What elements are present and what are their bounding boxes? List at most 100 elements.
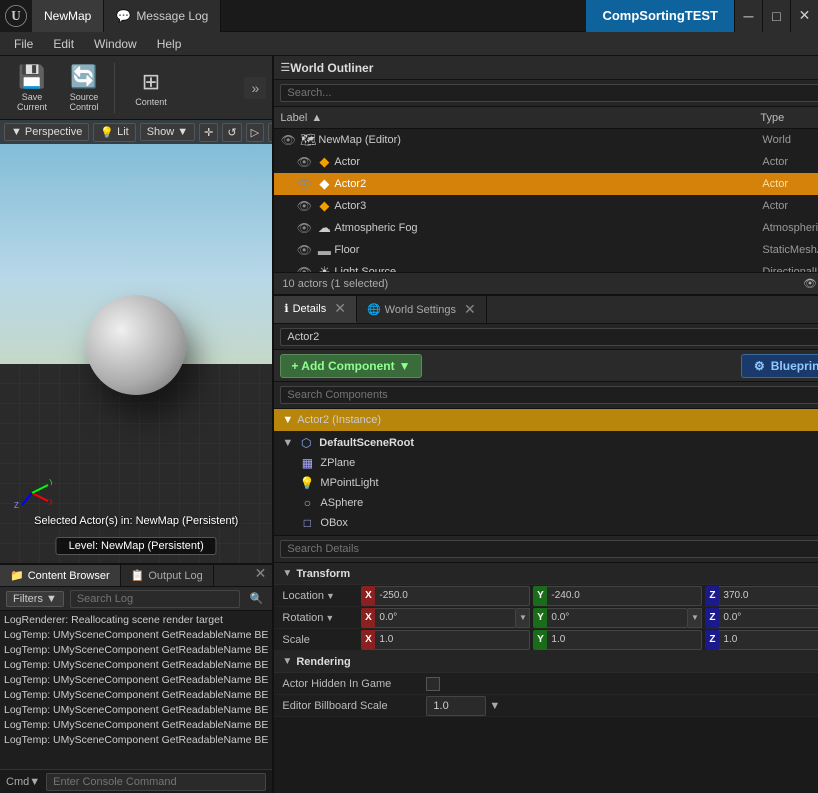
source-control-button[interactable]: 🔄 Source Control (58, 60, 110, 116)
details-tab[interactable]: ℹ Details ✕ (274, 296, 357, 323)
title-bar: U NewMap 💬 Message Log CompSortingTEST ─… (0, 0, 818, 32)
log-search-button[interactable]: 🔍 (246, 589, 266, 609)
row-type-floor: StaticMeshActor (762, 244, 818, 256)
row-vis-fog[interactable]: 👁 (294, 221, 314, 235)
comp-icon-obox: □ (298, 516, 316, 530)
comp-name-mpointlight: MPointLight (320, 477, 378, 489)
scale-x-label: X (361, 630, 375, 650)
menu-help[interactable]: Help (147, 35, 192, 53)
comp-icon-asphere: ○ (298, 496, 316, 510)
billboard-scale-value: ▼ (426, 696, 818, 716)
console-input[interactable] (46, 773, 266, 791)
menu-window[interactable]: Window (84, 35, 147, 53)
comp-row-obox[interactable]: □ OBox (274, 513, 818, 533)
add-component-button[interactable]: + Add Component ▼ (280, 354, 421, 378)
outliner-row-light[interactable]: 👁 ☀ Light Source DirectionalLight (274, 261, 818, 272)
rotation-x-input[interactable] (375, 608, 516, 628)
filters-button[interactable]: Filters ▼ (6, 591, 64, 607)
viewport[interactable]: ▼ Perspective 💡 Lit Show ▼ ✛ ↺ ▷ 📷 Selec… (0, 120, 272, 563)
outliner-search-input[interactable] (280, 84, 818, 102)
rotation-y-arrow[interactable]: ▼ (688, 608, 702, 628)
rotation-z-input[interactable] (719, 608, 818, 628)
camera-button[interactable]: 📷 (268, 123, 272, 142)
content-browser-tab[interactable]: 📁 Content Browser (0, 565, 121, 586)
show-button[interactable]: Show ▼ (140, 123, 195, 141)
billboard-arrow-icon[interactable]: ▼ (489, 700, 500, 712)
tab-newmap[interactable]: NewMap (32, 0, 104, 32)
content-button[interactable]: ⊞ Content (119, 60, 183, 116)
search-details-input[interactable] (280, 540, 818, 558)
rotation-y-input[interactable] (547, 608, 688, 628)
save-current-button[interactable]: 💾 Save Current (6, 60, 58, 116)
component-search-input[interactable] (280, 386, 818, 404)
row-vis-actor2[interactable]: 👁 (294, 177, 314, 191)
maximize-button[interactable]: □ (762, 0, 790, 32)
rendering-expand-icon[interactable]: ▼ (282, 656, 292, 667)
row-vis-actor3[interactable]: 👁 (294, 199, 314, 213)
save-label: Save Current (6, 92, 58, 112)
perspective-button[interactable]: ▼ Perspective (4, 123, 89, 141)
rotation-x-arrow[interactable]: ▼ (516, 608, 530, 628)
minimize-button[interactable]: ─ (734, 0, 762, 32)
realtime-button[interactable]: ▷ (246, 123, 264, 142)
outliner-row-actor[interactable]: 👁 ◆ Actor Actor (274, 151, 818, 173)
world-settings-tab[interactable]: 🌐 World Settings ✕ (357, 296, 487, 323)
outliner-count: 10 actors (1 selected) (282, 278, 803, 290)
cmd-label[interactable]: Cmd▼ (6, 776, 40, 788)
transform-expand-icon[interactable]: ▼ (282, 568, 292, 579)
hidden-in-game-checkbox[interactable] (426, 677, 440, 691)
row-vis-light[interactable]: 👁 (294, 265, 314, 272)
scale-x-input[interactable] (375, 630, 530, 650)
rotate-button[interactable]: ↺ (222, 123, 241, 142)
main-toolbar: 💾 Save Current 🔄 Source Control ⊞ Conten… (0, 56, 272, 120)
comp-expand-icon: ▼ (282, 437, 293, 449)
log-line-6: LogTemp: UMySceneComponent GetReadableNa… (4, 703, 268, 718)
scale-z-input[interactable] (719, 630, 818, 650)
bottom-content: Filters ▼ 🔍 LogRenderer: Reallocating sc… (0, 587, 272, 769)
location-y-input[interactable] (547, 586, 702, 606)
outliner-list: 👁 🗺 NewMap (Editor) World 👁 ◆ Actor Acto… (274, 129, 818, 272)
scale-y-input[interactable] (547, 630, 702, 650)
comp-row-mpointlight[interactable]: 💡 MPointLight (274, 473, 818, 493)
source-control-label: Source Control (58, 92, 110, 112)
bottom-panel-close[interactable]: ✕ (255, 565, 267, 586)
billboard-scale-input[interactable] (426, 696, 486, 716)
outliner-footer: 10 actors (1 selected) 👁 View Options ▼ (274, 272, 818, 294)
billboard-scale-label: Editor Billboard Scale (282, 700, 422, 712)
comp-row-asphere[interactable]: ○ ASphere (274, 493, 818, 513)
view-options-button[interactable]: 👁 View Options ▼ (803, 277, 818, 290)
translate-button[interactable]: ✛ (199, 123, 218, 142)
bottom-tab-bar: 📁 Content Browser 📋 Output Log ✕ (0, 565, 272, 587)
row-vis-newmap[interactable]: 👁 (278, 133, 298, 147)
world-settings-tab-close[interactable]: ✕ (464, 301, 476, 318)
location-x-field: X (361, 586, 530, 606)
log-line-4: LogTemp: UMySceneComponent GetReadableNa… (4, 673, 268, 688)
tab-messagelog[interactable]: 💬 Message Log (104, 0, 221, 32)
details-tab-close[interactable]: ✕ (334, 300, 346, 317)
comp-row-zplane[interactable]: ▦ ZPlane (274, 453, 818, 473)
outliner-row-fog[interactable]: 👁 ☁ Atmospheric Fog AtmosphericFog (274, 217, 818, 239)
menu-file[interactable]: File (4, 35, 43, 53)
outliner-row-floor[interactable]: 👁 ▬ Floor StaticMeshActor (274, 239, 818, 261)
outliner-row-newmap[interactable]: 👁 🗺 NewMap (Editor) World (274, 129, 818, 151)
add-component-arrow-icon: ▼ (399, 359, 411, 373)
location-x-input[interactable] (375, 586, 530, 606)
outliner-row-actor3[interactable]: 👁 ◆ Actor3 Actor (274, 195, 818, 217)
actor-name-input[interactable] (280, 328, 818, 346)
tab-newmap-label: NewMap (44, 9, 91, 23)
toolbar-expand-button[interactable]: » (244, 77, 266, 99)
log-search-input[interactable] (70, 590, 241, 608)
lit-button[interactable]: 💡 Lit (93, 123, 135, 142)
close-button[interactable]: ✕ (790, 0, 818, 32)
row-vis-floor[interactable]: 👁 (294, 243, 314, 257)
comp-row-defaultsceneroot[interactable]: ▼ ⬡ DefaultSceneRoot (274, 433, 818, 453)
svg-text:X: X (49, 498, 52, 507)
outliner-row-actor2[interactable]: 👁 ◆ Actor2 Actor (274, 173, 818, 195)
blueprint-button[interactable]: ⚙ Blueprint/Add Script (741, 354, 818, 378)
menu-edit[interactable]: Edit (43, 35, 84, 53)
location-z-input[interactable] (719, 586, 818, 606)
outliner-title: World Outliner (290, 61, 818, 75)
rotation-label: Rotation ▼ (282, 612, 357, 624)
output-log-tab[interactable]: 📋 Output Log (121, 565, 214, 586)
row-vis-actor[interactable]: 👁 (294, 155, 314, 169)
